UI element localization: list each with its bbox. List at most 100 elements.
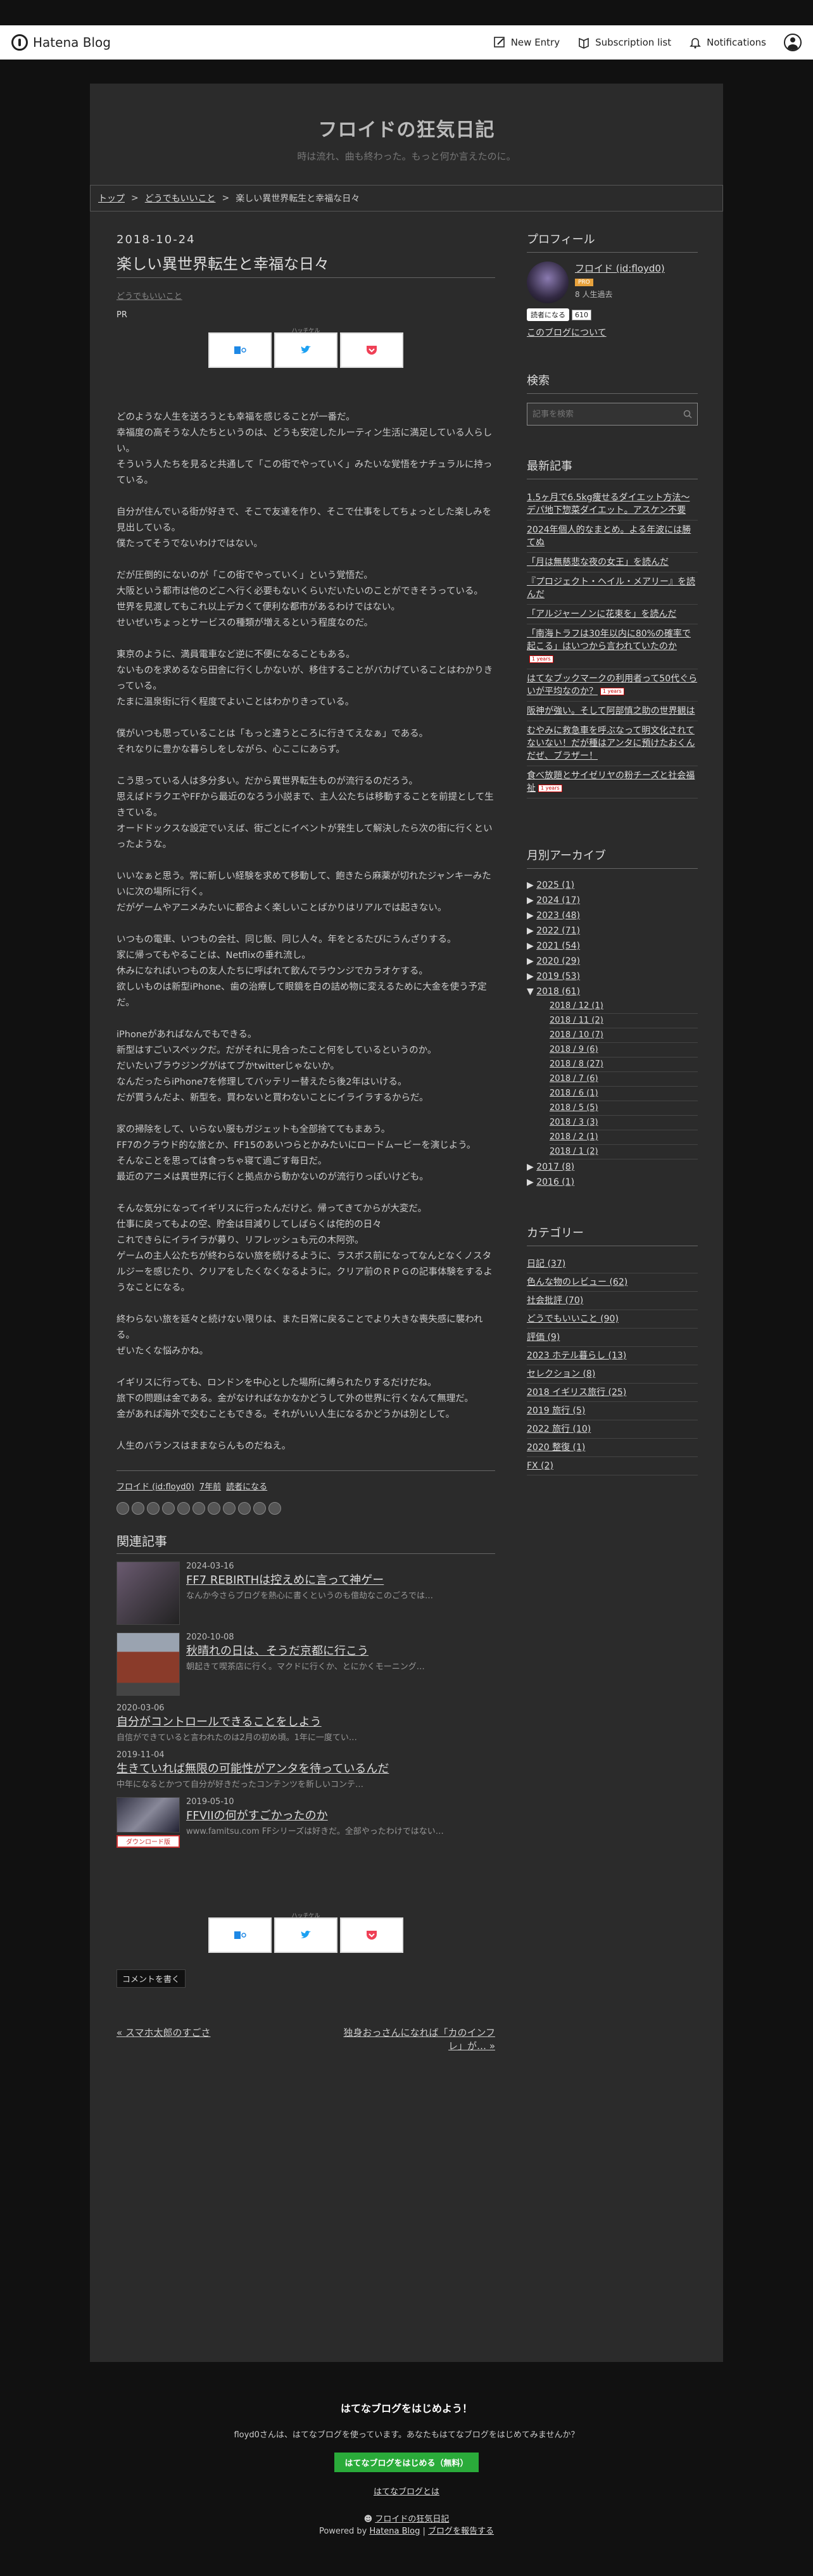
category-link[interactable]: セレクション (8) bbox=[527, 1365, 698, 1384]
footer-blog-link[interactable]: フロイドの狂気日記 bbox=[375, 2515, 449, 2524]
category-link[interactable]: 2023 ホテル暮らし (13) bbox=[527, 1347, 698, 1365]
profile-name[interactable]: フロイド (id:floyd0) bbox=[575, 263, 665, 274]
archive-year[interactable]: ▼ 2018 (61) bbox=[527, 984, 698, 999]
archive-year[interactable]: ▶ 2023 (48) bbox=[527, 908, 698, 923]
category-link[interactable]: 2022 旅行 (10) bbox=[527, 1420, 698, 1439]
related-thumbnail[interactable] bbox=[117, 1632, 180, 1696]
archive-year-link[interactable]: 2021 (54) bbox=[536, 941, 580, 951]
triangle-down-icon[interactable]: ▼ bbox=[527, 987, 536, 997]
related-entry[interactable]: 2020-03-06 自分がコントロールできることをしよう 自信ができていると言われ… bbox=[117, 1703, 495, 1743]
hatena-bookmark-button[interactable] bbox=[208, 1917, 272, 1953]
recent-entry-link[interactable]: 『プロジェクト・ヘイル・メアリー』を読んだ bbox=[527, 572, 698, 605]
star-user-icon[interactable] bbox=[208, 1502, 220, 1515]
archive-year-link[interactable]: 2017 (8) bbox=[536, 1162, 574, 1172]
archive-year-link[interactable]: 2024 (17) bbox=[536, 895, 580, 906]
archive-year[interactable]: ▶ 2021 (54) bbox=[527, 938, 698, 954]
pocket-button[interactable] bbox=[340, 332, 403, 368]
archive-year-link[interactable]: 2023 (48) bbox=[536, 911, 580, 921]
recent-entry-link[interactable]: はてなブックマークの利用者って50代ぐらいが平均なのか？ 1 years bbox=[527, 669, 698, 702]
star-user-icon[interactable] bbox=[132, 1502, 144, 1515]
blog-title[interactable]: フロイドの狂気日記 bbox=[90, 114, 723, 142]
search-icon[interactable] bbox=[683, 410, 692, 419]
recent-entry-link[interactable]: 「月は無慈悲な夜の女王」を読んだ bbox=[527, 553, 698, 572]
category-link[interactable]: 2019 旅行 (5) bbox=[527, 1402, 698, 1420]
prev-entry-link[interactable]: « スマホ太郎のすごさ bbox=[117, 2026, 211, 2052]
archive-month-link[interactable]: 2018 / 1 (2) bbox=[550, 1147, 598, 1156]
entry-title[interactable]: 楽しい異世界転生と幸福な日々 bbox=[117, 251, 495, 278]
star-user-icon[interactable] bbox=[177, 1502, 190, 1515]
start-blog-button[interactable]: はてなブログをはじめる（無料） bbox=[334, 2453, 479, 2472]
recent-entry-link[interactable]: むやみに救急車を呼ぶなって明文化されてないない！だが種はアンタに預けたおくんだぜ… bbox=[527, 721, 698, 766]
related-entry[interactable]: 2020-10-08 秋晴れの日は、そうだ京都に行こう 朝起きて喫茶店に行く。マクド… bbox=[117, 1632, 495, 1696]
pocket-button[interactable] bbox=[340, 1917, 403, 1953]
star-user-icon[interactable] bbox=[192, 1502, 205, 1515]
about-blog-link[interactable]: このブログについて bbox=[527, 326, 698, 339]
archive-month-link[interactable]: 2018 / 8 (27) bbox=[550, 1059, 603, 1069]
entry-time-link[interactable]: 7年前 bbox=[199, 1480, 221, 1492]
author-link[interactable]: フロイド (id:floyd0) bbox=[117, 1480, 194, 1492]
triangle-right-icon[interactable]: ▶ bbox=[527, 895, 536, 906]
archive-month-link[interactable]: 2018 / 3 (3) bbox=[550, 1118, 598, 1127]
category-link[interactable]: 日記 (37) bbox=[527, 1255, 698, 1273]
star-user-icon[interactable] bbox=[117, 1502, 129, 1515]
recent-entry-link[interactable]: 阪神が強い。そして阿部慎之助の世界観は bbox=[527, 702, 698, 721]
star-user-icon[interactable] bbox=[223, 1502, 236, 1515]
twitter-share-button[interactable] bbox=[274, 332, 337, 368]
subscribe-button[interactable]: 読者になる bbox=[527, 308, 569, 321]
related-entry[interactable]: 2024-03-16 FF7 REBIRTHは控えめに言って神ゲー なんか今さらブロ… bbox=[117, 1562, 495, 1625]
what-is-hatena-link[interactable]: はてなブログとは bbox=[0, 2485, 813, 2497]
category-link[interactable]: 色んな物のレビュー (62) bbox=[527, 1273, 698, 1292]
archive-year-link[interactable]: 2025 (1) bbox=[536, 880, 574, 890]
write-comment-button[interactable]: コメントを書く bbox=[117, 1969, 186, 1988]
related-title[interactable]: 秋晴れの日は、そうだ京都に行こう bbox=[186, 1642, 425, 1658]
related-entry[interactable]: 2019-11-04 生きていれば無限の可能性がアンタを待っているんだ 中年になると… bbox=[117, 1750, 495, 1790]
related-title[interactable]: FFVIIの何がすごかったのか bbox=[186, 1807, 444, 1823]
category-link[interactable]: どうでもいいこと (90) bbox=[527, 1310, 698, 1329]
recent-entry-link[interactable]: 「南海トラフは30年以内に80%の確率で起こる」はいつから言われていたのか 1 y… bbox=[527, 624, 698, 669]
recent-entry-link[interactable]: 2024年個人的なまとめ。よる年波には勝てぬ bbox=[527, 521, 698, 553]
triangle-right-icon[interactable]: ▶ bbox=[527, 926, 536, 936]
entry-category[interactable]: どうでもいいこと bbox=[117, 289, 495, 301]
next-entry-link[interactable]: 独身おっさんになれば「カのインフレ」が… » bbox=[331, 2026, 495, 2052]
star-user-icon[interactable] bbox=[162, 1502, 175, 1515]
archive-year[interactable]: ▶ 2025 (1) bbox=[527, 878, 698, 893]
archive-year[interactable]: ▶ 2016 (1) bbox=[527, 1175, 698, 1190]
archive-year[interactable]: ▶ 2017 (8) bbox=[527, 1159, 698, 1175]
related-entry[interactable]: ダウンロード版 2019-05-10 FFVIIの何がすごかったのか www.fami… bbox=[117, 1797, 495, 1848]
hatena-bookmark-button[interactable] bbox=[208, 332, 272, 368]
category-link[interactable]: 社会批評 (70) bbox=[527, 1292, 698, 1310]
star-user-icon[interactable] bbox=[253, 1502, 266, 1515]
star-user-icon[interactable] bbox=[268, 1502, 281, 1515]
archive-month-link[interactable]: 2018 / 5 (5) bbox=[550, 1103, 598, 1113]
related-thumbnail[interactable] bbox=[117, 1797, 180, 1833]
archive-month-link[interactable]: 2018 / 7 (6) bbox=[550, 1074, 598, 1083]
archive-month-link[interactable]: 2018 / 10 (7) bbox=[550, 1030, 603, 1040]
reader-link[interactable]: 読者になる bbox=[226, 1480, 267, 1492]
archive-month-link[interactable]: 2018 / 12 (1) bbox=[550, 1001, 603, 1011]
entry-date[interactable]: 2018-10-24 bbox=[117, 233, 495, 246]
recent-entry-link[interactable]: 「アルジャーノンに花束を」を読んだ bbox=[527, 605, 698, 624]
archive-year[interactable]: ▶ 2024 (17) bbox=[527, 893, 698, 908]
triangle-right-icon[interactable]: ▶ bbox=[527, 956, 536, 966]
hatena-blog-link[interactable]: Hatena Blog bbox=[369, 2527, 420, 2536]
archive-year-link[interactable]: 2019 (53) bbox=[536, 971, 580, 982]
user-avatar-icon[interactable] bbox=[784, 34, 802, 51]
star-user-icon[interactable] bbox=[147, 1502, 160, 1515]
related-thumbnail[interactable] bbox=[117, 1562, 180, 1625]
new-entry-button[interactable]: New Entry bbox=[493, 36, 560, 49]
archive-year[interactable]: ▶ 2019 (53) bbox=[527, 969, 698, 984]
triangle-right-icon[interactable]: ▶ bbox=[527, 941, 536, 951]
archive-month-link[interactable]: 2018 / 9 (6) bbox=[550, 1045, 598, 1054]
breadcrumb-top[interactable]: トップ bbox=[98, 192, 125, 205]
archive-year[interactable]: ▶ 2022 (71) bbox=[527, 923, 698, 938]
archive-year[interactable]: ▶ 2020 (29) bbox=[527, 954, 698, 969]
category-link[interactable]: 2018 イギリス旅行 (25) bbox=[527, 1384, 698, 1402]
star-user-icon[interactable] bbox=[238, 1502, 251, 1515]
archive-year-link[interactable]: 2020 (29) bbox=[536, 956, 580, 966]
archive-month-link[interactable]: 2018 / 2 (1) bbox=[550, 1132, 598, 1142]
recent-entry-link[interactable]: 食べ放題とサイゼリヤの粉チーズと社会福祉 1 years bbox=[527, 766, 698, 799]
recent-entry-link[interactable]: 1.5ヶ月で6.5kg痩せるダイエット方法〜デパ地下惣菜ダイエット。アスケン不要 bbox=[527, 488, 698, 521]
triangle-right-icon[interactable]: ▶ bbox=[527, 1162, 536, 1172]
subscription-list-button[interactable]: Subscription list bbox=[577, 36, 671, 49]
category-link[interactable]: FX (2) bbox=[527, 1457, 698, 1475]
